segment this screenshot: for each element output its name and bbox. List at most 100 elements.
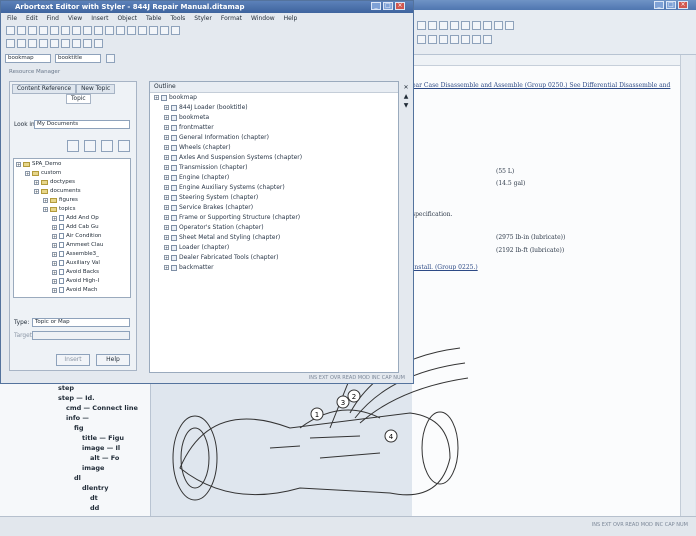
structure-node[interactable]: step — Id. [58,394,95,402]
outline-item[interactable]: + Sheet Metal and Styling (chapter) [164,234,280,241]
dialog-close-button[interactable]: × [395,2,405,10]
outline-item[interactable]: + Engine (chapter) [164,174,229,181]
table-icon[interactable] [472,20,481,30]
help-button[interactable]: Help [96,354,130,366]
cut-icon[interactable] [417,20,426,30]
file-tree-item[interactable]: + custom [25,170,61,176]
expand-icon[interactable]: + [164,205,169,210]
expand-icon[interactable]: + [164,105,169,110]
file-tree-item[interactable]: + Air Condition [52,233,102,239]
attribute-combo[interactable]: booktitle [55,54,101,63]
insert-markup-icon[interactable] [127,26,136,35]
menu-insert[interactable]: Insert [91,15,108,22]
expand-icon[interactable]: + [164,265,169,270]
align-center-icon[interactable] [428,34,437,44]
menu-window[interactable]: Window [251,15,275,22]
structure-node[interactable]: info — [66,414,89,422]
expand-icon[interactable]: + [164,215,169,220]
insert-icon[interactable] [461,20,470,30]
dialog-minimize-button[interactable]: _ [371,2,381,10]
cut-icon[interactable] [72,26,81,35]
structure-node[interactable]: image — Il [82,444,120,452]
expand-icon[interactable]: + [164,255,169,260]
expand-icon[interactable]: + [164,195,169,200]
preview-icon[interactable] [50,26,59,35]
view-icon[interactable] [171,26,180,35]
outline-item[interactable]: + Frame or Supporting Structure (chapter) [164,214,300,221]
structure-node[interactable]: dd [90,504,99,512]
tag-icon[interactable] [17,39,26,48]
link-icon[interactable] [61,39,70,48]
expand-icon[interactable]: + [52,251,57,257]
format-icon[interactable] [6,39,15,48]
italic-icon[interactable] [39,39,48,48]
file-tree-item[interactable]: + Ammeet Clau [52,242,103,248]
expand-icon[interactable]: + [164,125,169,130]
outline-item[interactable]: + bookmeta [164,114,209,121]
expand-icon[interactable]: + [164,175,169,180]
outline-item[interactable]: + Engine Auxiliary Systems (chapter) [164,184,285,191]
outline-item[interactable]: + Operator's Station (chapter) [164,224,264,231]
undo-icon[interactable] [105,26,114,35]
structure-node[interactable]: cmd — Connect line [66,404,138,412]
expand-icon[interactable]: + [34,188,39,194]
file-tree-item[interactable]: + Add And Op [52,215,99,221]
file-tree-item[interactable]: + topics [43,206,75,212]
list-icon[interactable] [494,20,503,30]
expand-icon[interactable]: + [164,235,169,240]
expand-icon[interactable]: + [52,224,57,230]
omega-icon[interactable] [50,39,59,48]
expand-icon[interactable]: + [164,155,169,160]
list-icon[interactable] [83,39,92,48]
document-vertical-scrollbar[interactable] [680,55,695,518]
paste-icon[interactable] [439,20,448,30]
expand-icon[interactable]: + [16,161,21,167]
merge-icon[interactable] [472,34,481,44]
look-in-combo[interactable]: My Documents [34,120,130,129]
expand-icon[interactable]: + [52,269,57,275]
copy-icon[interactable] [428,20,437,30]
expand-icon[interactable]: + [43,206,48,212]
outline-item[interactable]: + bookmap [154,94,197,101]
structure-node[interactable]: dl [74,474,81,482]
image-icon[interactable] [483,20,492,30]
align-right-icon[interactable] [439,34,448,44]
outline-item[interactable]: + Wheels (chapter) [164,144,231,151]
menu-styler[interactable]: Styler [194,15,212,22]
image-icon[interactable] [72,39,81,48]
outline-item[interactable]: + Loader (chapter) [164,244,229,251]
tab-topic[interactable]: Topic [66,94,91,104]
nav-up-arrow-icon[interactable]: ▲ [401,92,411,101]
expand-icon[interactable]: + [52,242,57,248]
element-combo[interactable]: bookmap [5,54,51,63]
tab-new-topic[interactable]: New Topic [76,84,116,94]
omega-icon[interactable] [450,20,459,30]
folder-up-icon[interactable] [84,140,96,152]
file-tree-item[interactable]: + Assemble3_ [52,251,99,257]
menu-view[interactable]: View [68,15,82,22]
expand-icon[interactable]: + [43,197,48,203]
expand-icon[interactable]: + [52,215,57,221]
outline-item[interactable]: + General Information (chapter) [164,134,269,141]
outline-panel[interactable]: Outline + bookmap +844J Loader (booktitle)… [149,81,399,373]
menu-find[interactable]: Find [47,15,59,22]
dialog-maximize-button[interactable]: □ [383,2,393,10]
font-icon[interactable] [505,20,514,30]
file-tree-item[interactable]: + documents [34,188,81,194]
menu-tools[interactable]: Tools [171,15,186,22]
font-icon[interactable] [94,39,103,48]
expand-icon[interactable]: + [164,245,169,250]
redo-icon[interactable] [116,26,125,35]
new-icon[interactable] [6,26,15,35]
structure-node[interactable]: alt — Fo [90,454,119,462]
bold-icon[interactable] [28,39,37,48]
outline-item[interactable]: + Steering System (chapter) [164,194,258,201]
menu-edit[interactable]: Edit [26,15,38,22]
target-combo[interactable] [32,331,130,340]
structure-node[interactable]: dlentry [82,484,108,492]
border-icon[interactable] [461,34,470,44]
expand-icon[interactable]: + [154,95,159,100]
paste-icon[interactable] [94,26,103,35]
editor-dialog-window[interactable]: Arbortext Editor with Styler - 844J Repa… [0,0,414,384]
expand-icon[interactable]: + [164,145,169,150]
